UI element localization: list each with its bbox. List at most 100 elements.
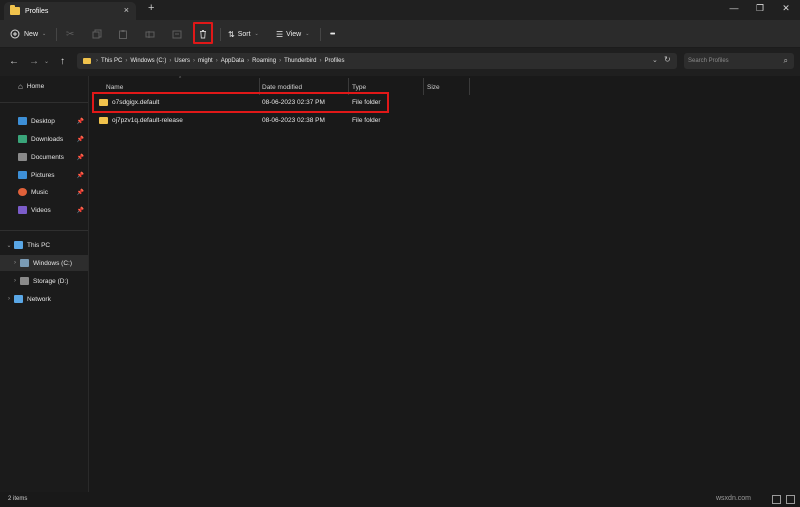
forward-arrow-icon[interactable]: → xyxy=(29,56,39,67)
sort-label: Sort xyxy=(237,30,251,38)
desktop-icon xyxy=(18,117,27,125)
chevron-right-icon[interactable]: › xyxy=(10,260,20,266)
nav-pictures-label: Pictures xyxy=(31,171,55,179)
address-bar[interactable]: › This PC › Windows (C:) › Users › might › A… xyxy=(77,53,677,69)
sort-ascending-icon: ⌃ xyxy=(178,76,183,82)
nav-storage-d[interactable]: › Storage (D:) xyxy=(0,273,88,289)
nav-desktop[interactable]: Desktop 📌 xyxy=(0,113,88,129)
up-arrow-icon[interactable]: ↑ xyxy=(60,56,65,67)
folder-icon xyxy=(10,5,20,15)
breadcrumb-windows-c[interactable]: Windows (C:) xyxy=(130,58,166,64)
nav-windows-c[interactable]: › Windows (C:) xyxy=(0,255,88,271)
address-row: ← → ⌄ ↑ › This PC › Windows (C:) › Users › … xyxy=(0,48,800,76)
recent-chevron-icon[interactable]: ⌄ xyxy=(44,58,49,65)
new-label: New xyxy=(24,30,39,38)
copy-icon[interactable] xyxy=(92,27,102,41)
chevron-right-icon[interactable]: › xyxy=(4,296,14,302)
view-button[interactable]: ☰ View ⌄ xyxy=(276,27,309,41)
nav-videos[interactable]: Videos 📌 xyxy=(0,202,88,218)
nav-storage-d-label: Storage (D:) xyxy=(33,277,69,285)
nav-this-pc-label: This PC xyxy=(27,241,51,249)
drive-icon xyxy=(20,277,29,285)
file-type: File folder xyxy=(352,117,381,124)
nav-music[interactable]: Music 📌 xyxy=(0,184,88,200)
toolbar-divider xyxy=(56,28,57,41)
nav-downloads[interactable]: Downloads 📌 xyxy=(0,131,88,147)
folder-icon xyxy=(83,58,91,64)
chevron-down-icon: ⌄ xyxy=(42,31,47,37)
chevron-down-icon: ⌄ xyxy=(254,31,259,37)
breadcrumb-this-pc[interactable]: This PC xyxy=(101,58,122,64)
plus-circle-icon xyxy=(10,29,20,39)
sort-button[interactable]: ⇅ Sort ⌄ xyxy=(228,27,259,41)
nav-desktop-label: Desktop xyxy=(31,117,55,125)
nav-music-label: Music xyxy=(31,188,48,196)
folder-icon xyxy=(99,117,108,124)
new-tab-button[interactable]: + xyxy=(148,2,154,14)
title-bar: Profiles × + — ❐ ✕ xyxy=(0,0,800,20)
view-label: View xyxy=(286,30,302,38)
chevron-right-icon[interactable]: › xyxy=(10,278,20,284)
nav-home-label: Home xyxy=(26,82,45,90)
breadcrumb-users[interactable]: Users xyxy=(174,58,190,64)
details-view-icon[interactable] xyxy=(772,495,781,504)
nav-network[interactable]: › Network xyxy=(0,291,88,307)
delete-highlight-box xyxy=(193,22,213,44)
nav-pictures[interactable]: Pictures 📌 xyxy=(0,167,88,183)
documents-icon xyxy=(18,153,27,161)
navigation-pane: ⌂ Home Desktop 📌 Downloads 📌 Documents 📌… xyxy=(0,76,89,492)
nav-windows-c-label: Windows (C:) xyxy=(33,259,73,267)
home-icon: ⌂ xyxy=(18,81,23,91)
tab-title: Profiles xyxy=(25,7,49,15)
pictures-icon xyxy=(18,171,27,179)
watermark: wsxdn.com xyxy=(716,495,752,502)
sort-icon: ⇅ xyxy=(228,29,235,39)
more-options-button[interactable]: ••• xyxy=(330,27,335,41)
breadcrumb-might[interactable]: might xyxy=(198,58,213,64)
breadcrumb-thunderbird[interactable]: Thunderbird xyxy=(284,58,316,64)
pin-icon: 📌 xyxy=(76,154,84,161)
new-button[interactable]: New ⌄ xyxy=(10,27,46,41)
breadcrumb-appdata[interactable]: AppData xyxy=(221,58,244,64)
cut-icon[interactable]: ✂ xyxy=(66,27,74,41)
nav-videos-label: Videos xyxy=(31,206,51,214)
maximize-button[interactable]: ❐ xyxy=(750,3,770,14)
column-header-size[interactable]: Size xyxy=(427,80,440,95)
tab-close-button[interactable]: × xyxy=(124,5,129,15)
tiles-view-icon[interactable] xyxy=(786,495,795,504)
file-date: 08-06-2023 02:38 PM xyxy=(262,117,325,124)
pin-icon: 📌 xyxy=(76,207,84,214)
pin-icon: 📌 xyxy=(76,172,84,179)
nav-downloads-label: Downloads xyxy=(31,135,64,143)
chevron-down-icon[interactable]: ⌄ xyxy=(4,242,14,249)
minimize-button[interactable]: — xyxy=(724,3,744,13)
paste-icon[interactable] xyxy=(118,27,128,41)
table-row[interactable]: oj7pzv1q.default-release 08-06-2023 02:3… xyxy=(93,114,463,128)
back-arrow-icon[interactable]: ← xyxy=(9,56,19,67)
toolbar-divider xyxy=(220,28,221,41)
breadcrumb-profiles[interactable]: Profiles xyxy=(324,58,344,64)
nav-this-pc[interactable]: ⌄ This PC xyxy=(0,237,88,253)
command-bar: New ⌄ ✂ ⇅ Sort ⌄ ☰ View ⌄ ••• xyxy=(0,20,800,48)
search-placeholder: Search Profiles xyxy=(688,58,729,64)
share-icon[interactable] xyxy=(172,27,182,41)
nav-documents[interactable]: Documents 📌 xyxy=(0,149,88,165)
nav-documents-label: Documents xyxy=(31,153,64,161)
pin-icon: 📌 xyxy=(76,118,84,125)
close-window-button[interactable]: ✕ xyxy=(776,3,796,14)
pin-icon: 📌 xyxy=(76,189,84,196)
toolbar-divider xyxy=(320,28,321,41)
rename-icon[interactable] xyxy=(145,27,155,41)
breadcrumb-roaming[interactable]: Roaming xyxy=(252,58,276,64)
tab-profiles[interactable]: Profiles × xyxy=(4,2,136,20)
downloads-icon xyxy=(18,135,27,143)
computer-icon xyxy=(14,241,23,249)
view-icon: ☰ xyxy=(276,29,284,39)
item-count: 2 items xyxy=(8,496,28,502)
chevron-down-icon: ⌄ xyxy=(305,31,310,37)
nav-home[interactable]: ⌂ Home xyxy=(0,78,88,94)
refresh-icon[interactable]: ↻ xyxy=(664,55,671,64)
address-dropdown-icon[interactable]: ⌄ xyxy=(652,56,658,64)
search-input[interactable]: Search Profiles ⌕ xyxy=(684,53,794,69)
row-highlight-box xyxy=(92,92,389,113)
